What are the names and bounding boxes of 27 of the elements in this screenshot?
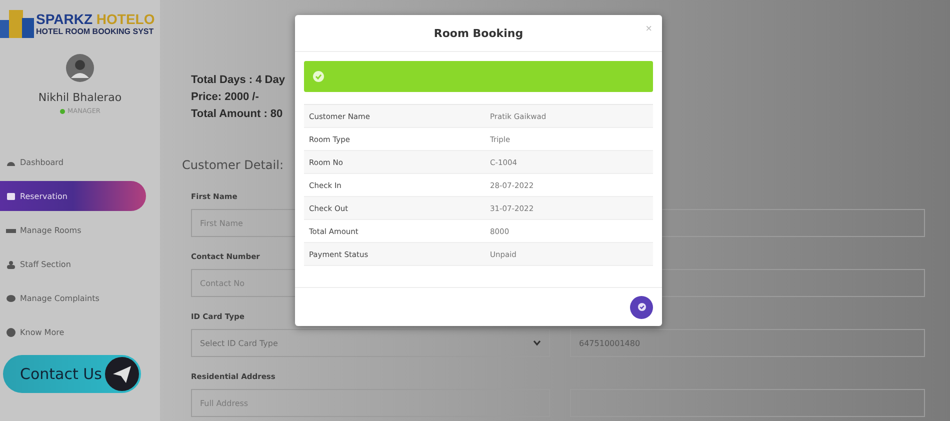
avatar — [66, 54, 94, 82]
input-field[interactable]: Full Address — [191, 389, 550, 417]
nav-item[interactable]: Reservation — [0, 181, 146, 211]
nav-item[interactable]: Know More — [0, 317, 146, 347]
brand-tagline: HOTEL ROOM BOOKING SYST — [36, 26, 154, 36]
nav-item[interactable]: Manage Rooms — [0, 215, 146, 245]
brand-name: SPARKZ HOTELO — [36, 10, 155, 26]
confirm-button[interactable] — [630, 296, 653, 318]
input-field[interactable]: 647510001480 — [570, 329, 925, 357]
summary-line: Total Days : 4 Day — [191, 74, 285, 86]
check-icon — [638, 303, 646, 311]
summary-line: Price: 2000 /- — [191, 91, 259, 103]
user-name: Nikhil Bhalerao — [38, 91, 122, 104]
contact-us-button[interactable]: Contact Us — [3, 355, 141, 393]
select-field[interactable]: Select ID Card Type — [191, 329, 550, 357]
summary-line: Total Amount : 80 — [191, 108, 283, 120]
nav-item[interactable]: Dashboard — [0, 147, 146, 177]
building-logo-icon — [0, 8, 34, 38]
section-title: Customer Detail: — [182, 158, 284, 172]
input-field[interactable] — [570, 389, 925, 417]
check-circle-icon — [313, 71, 324, 82]
paper-plane-icon — [105, 357, 139, 391]
dialog-title: Room Booking — [434, 26, 524, 40]
nav-item[interactable]: Staff Section — [0, 249, 146, 279]
users-icon — [6, 260, 16, 268]
chevron-icon — [533, 340, 541, 346]
nav-item[interactable]: Manage Complaints — [0, 283, 146, 313]
